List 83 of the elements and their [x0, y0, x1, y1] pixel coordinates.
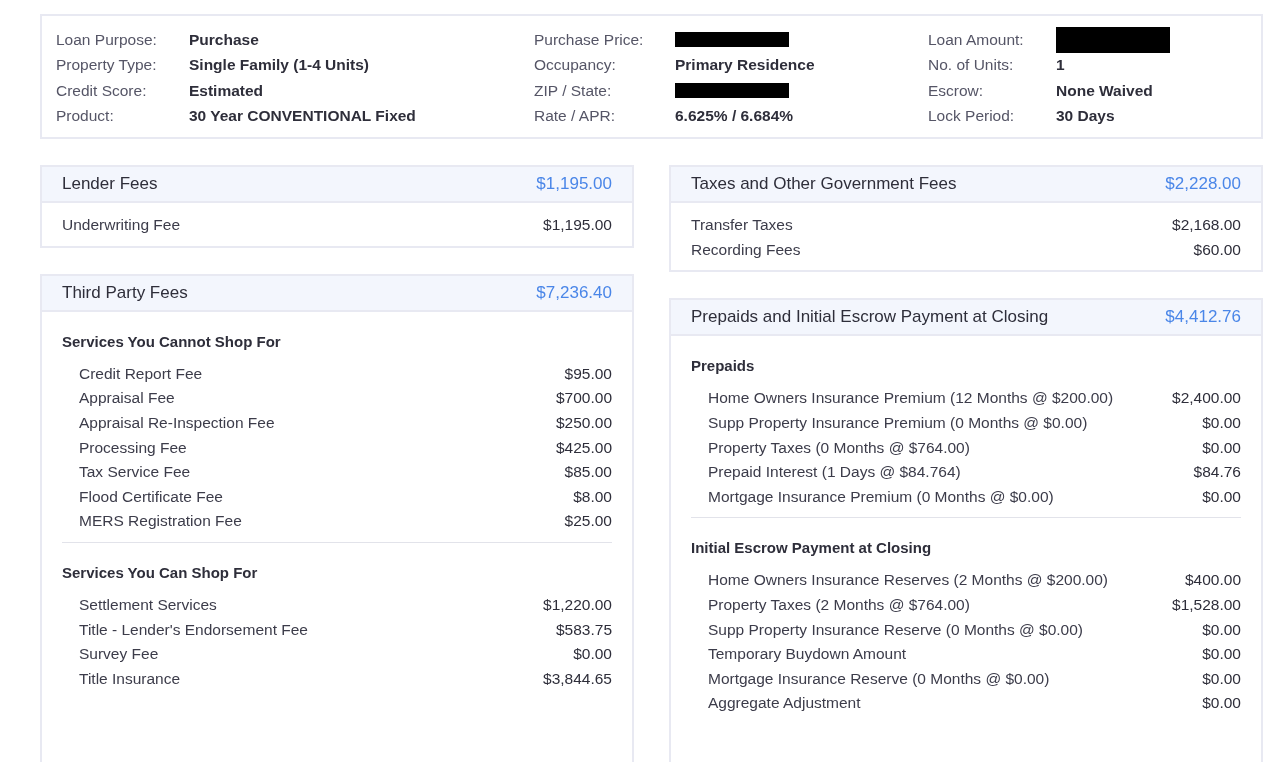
field-value: 30 Year CONVENTIONAL Fixed	[189, 107, 416, 126]
field-value: None Waived	[1056, 81, 1153, 100]
section-heading: Initial Escrow Payment at Closing	[691, 538, 933, 559]
fee-amount: $2,168.00	[1172, 216, 1241, 235]
card-total: $2,228.00	[1165, 174, 1241, 194]
fee-amount: $0.00	[1202, 669, 1241, 688]
fee-amount: $1,220.00	[543, 596, 612, 615]
fee-amount: $3,844.65	[543, 669, 612, 688]
fee-amount: $60.00	[1193, 240, 1241, 259]
card-total: $1,195.00	[536, 174, 612, 194]
field-label: Product:	[56, 107, 115, 126]
fee-label: Property Taxes (2 Months @ $764.00)	[708, 596, 970, 615]
fee-label: Transfer Taxes	[691, 216, 793, 235]
fee-amount: $0.00	[1202, 645, 1241, 664]
field-label: No. of Units:	[928, 56, 1015, 75]
fee-label: Survey Fee	[79, 645, 159, 664]
field-label: Purchase Price:	[534, 30, 645, 49]
fee-amount: $1,195.00	[543, 216, 612, 235]
fee-amount: $1,528.00	[1172, 596, 1241, 615]
field-value: Primary Residence	[675, 56, 815, 75]
card-title: Taxes and Other Government Fees	[691, 174, 957, 194]
fee-amount: $700.00	[555, 389, 612, 408]
field-label: Escrow:	[928, 81, 985, 100]
fee-label: Credit Report Fee	[79, 364, 203, 383]
fee-amount: $25.00	[564, 512, 612, 531]
fee-amount: $0.00	[1202, 414, 1241, 433]
fee-amount: $0.00	[573, 645, 612, 664]
fee-amount: $0.00	[1202, 694, 1241, 713]
fee-label: Appraisal Re-Inspection Fee	[79, 414, 275, 433]
card-title: Lender Fees	[62, 174, 158, 194]
field-label: Rate / APR:	[534, 107, 616, 126]
card-title: Prepaids and Initial Escrow Payment at Closing	[691, 307, 1049, 328]
card-title: Third Party Fees	[62, 282, 188, 303]
fee-label: Prepaid Interest (1 Days @ $84.764)	[708, 463, 961, 482]
fee-label: Appraisal Fee	[79, 389, 175, 408]
field-label: Credit Score:	[56, 81, 148, 100]
fee-amount: $583.75	[555, 620, 612, 639]
fee-label: Supp Property Insurance Premium (0 Months @ $0.00)	[708, 414, 1088, 433]
fee-amount: $84.76	[1193, 463, 1241, 482]
fee-label: Settlement Services	[79, 596, 217, 615]
field-value: Purchase	[189, 30, 259, 49]
fee-amount: $0.00	[1202, 438, 1241, 457]
fee-amount: $0.00	[1202, 487, 1241, 506]
card-total: $4,412.76	[1165, 307, 1241, 328]
fee-label: Recording Fees	[691, 240, 801, 259]
field-value: Estimated	[189, 81, 264, 100]
fee-label: Underwriting Fee	[62, 216, 181, 235]
field-value: 6.625% / 6.684%	[675, 107, 794, 126]
field-label: Property Type:	[56, 56, 158, 75]
field-label: ZIP / State:	[534, 81, 613, 100]
fee-label: Flood Certificate Fee	[79, 487, 223, 506]
fee-label: MERS Registration Fee	[79, 512, 242, 531]
field-label: Loan Purpose:	[56, 30, 158, 49]
section-heading: Services You Can Shop For	[62, 562, 259, 583]
fee-label: Supp Property Insurance Reserve (0 Months @ $0.00)	[708, 620, 1083, 639]
fee-amount: $95.00	[564, 364, 612, 383]
fee-label: Title - Lender's Endorsement Fee	[79, 620, 308, 639]
section-heading: Services You Cannot Shop For	[62, 331, 282, 352]
field-label: Loan Amount:	[928, 30, 1025, 49]
fee-label: Temporary Buydown Amount	[708, 645, 907, 664]
fee-amount: $2,400.00	[1172, 389, 1241, 408]
fee-label: Title Insurance	[79, 669, 181, 688]
fee-label: Home Owners Insurance Reserves (2 Months @ $200.00)	[708, 571, 1108, 590]
fee-amount: $8.00	[573, 487, 612, 506]
fee-amount: $250.00	[555, 414, 612, 433]
card-total: $7,236.40	[536, 282, 612, 303]
field-label: Occupancy:	[534, 56, 617, 75]
fee-label: Mortgage Insurance Premium (0 Months @ $0.00)	[708, 487, 1054, 506]
fee-label: Mortgage Insurance Reserve (0 Months @ $0.00)	[708, 669, 1050, 688]
fee-amount: $85.00	[564, 463, 612, 482]
fee-label: Tax Service Fee	[79, 463, 191, 482]
fee-label: Property Taxes (0 Months @ $764.00)	[708, 438, 970, 457]
fee-label: Aggregate Adjustment	[708, 694, 861, 713]
fee-amount: $400.00	[1184, 571, 1241, 590]
field-value: 1	[1056, 56, 1065, 75]
field-label: Lock Period:	[928, 107, 1016, 126]
section-heading: Prepaids	[691, 356, 756, 377]
fee-label: Home Owners Insurance Premium (12 Months @ $200.00)	[708, 389, 1114, 408]
field-value: 30 Days	[1056, 107, 1115, 126]
fee-label: Processing Fee	[79, 438, 187, 457]
fee-amount: $425.00	[555, 438, 612, 457]
field-value: Single Family (1-4 Units)	[189, 56, 369, 75]
fee-amount: $0.00	[1202, 620, 1241, 639]
